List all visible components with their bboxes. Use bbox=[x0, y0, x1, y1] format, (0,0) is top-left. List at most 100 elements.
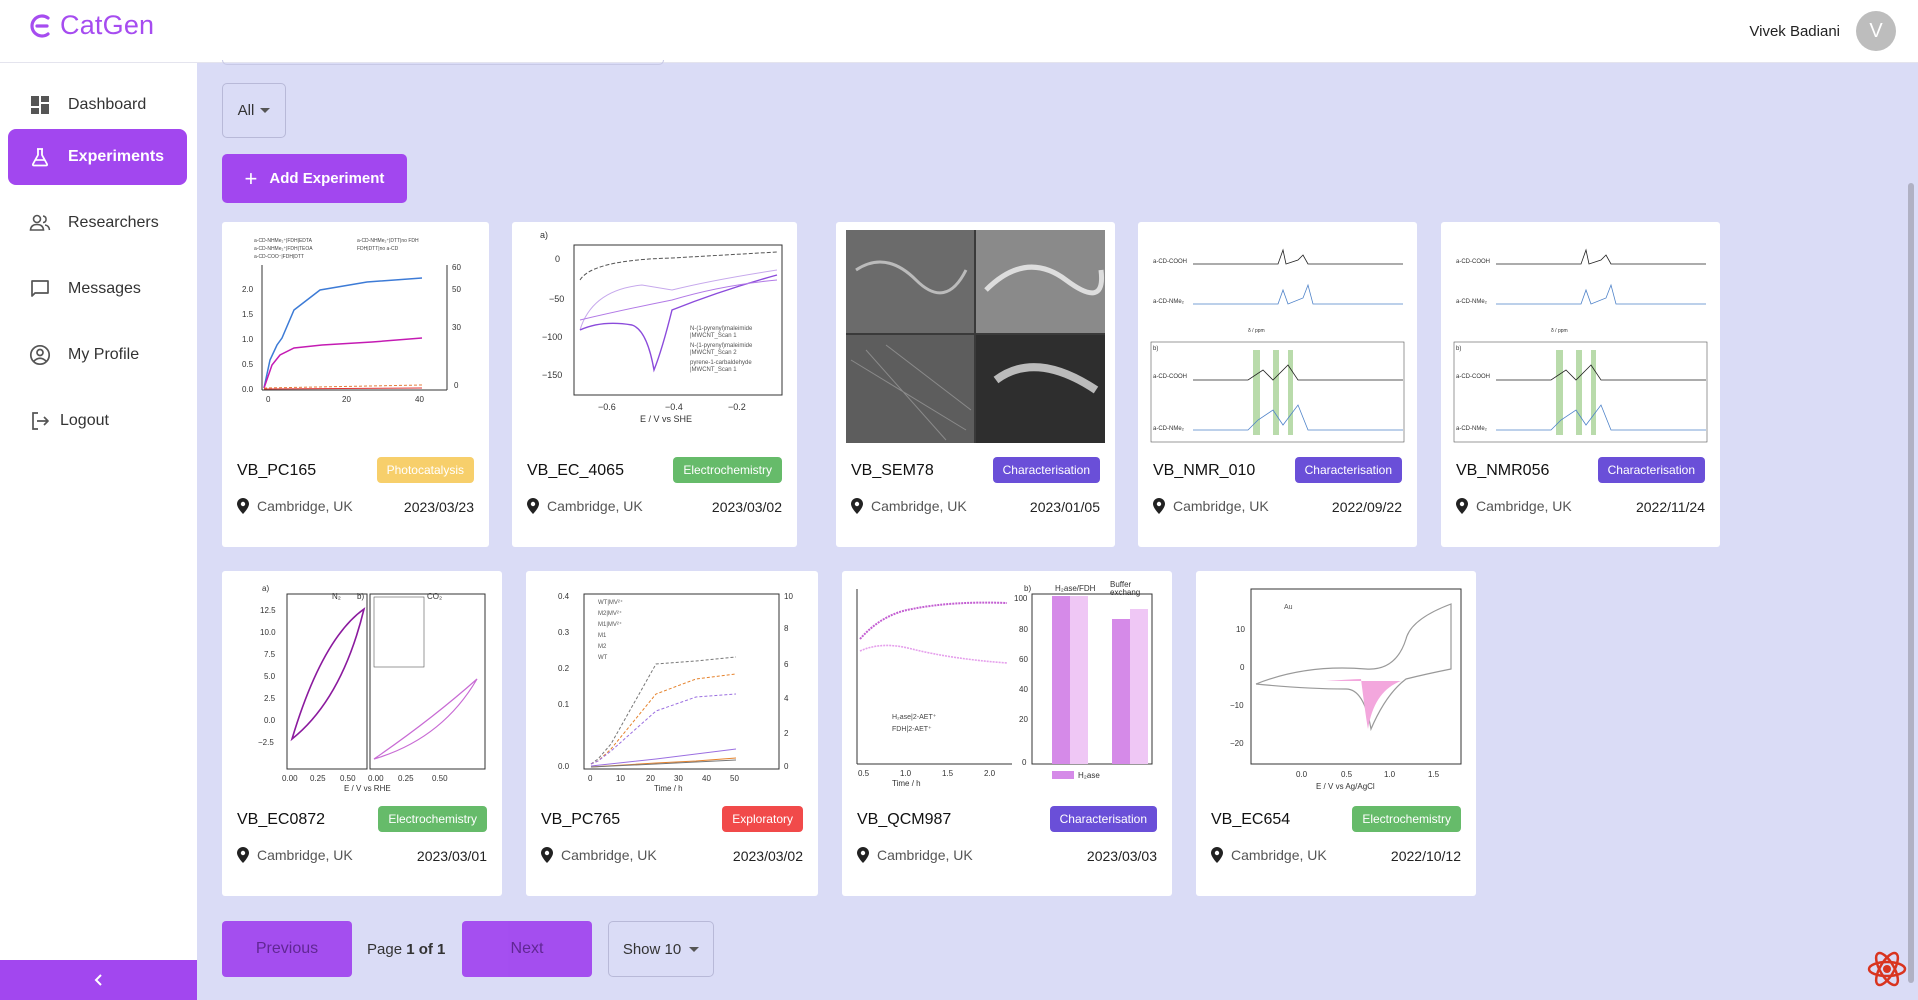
add-experiment-label: Add Experiment bbox=[269, 170, 385, 187]
svg-text:0.25: 0.25 bbox=[310, 774, 326, 783]
svg-text:−150: −150 bbox=[542, 370, 562, 380]
svg-text:Time / h: Time / h bbox=[654, 784, 683, 792]
page-current: 1 of 1 bbox=[406, 940, 446, 958]
experiment-date: 2023/03/23 bbox=[403, 499, 474, 515]
experiment-card[interactable]: 100 80 60 40 20 0 0.5 1.0 1.5 2.0 Time / h b) H₂ase/… bbox=[842, 571, 1172, 896]
location-pin-icon bbox=[1153, 498, 1165, 514]
svg-text:FDH|DTT|no a-CD: FDH|DTT|no a-CD bbox=[357, 246, 399, 252]
experiment-thumbnail: a-CD-COOH a-CD-NMe₂ a-CD-COOH a-CD-NMe₂ b) δ… bbox=[1148, 230, 1407, 443]
svg-text:−2.5: −2.5 bbox=[258, 738, 274, 747]
experiment-name: VB_SEM78 bbox=[851, 462, 934, 479]
svg-text:2.0: 2.0 bbox=[984, 769, 996, 778]
svg-text:WT: WT bbox=[598, 655, 608, 661]
svg-text:a-CD-NMe₂: a-CD-NMe₂ bbox=[1456, 426, 1488, 432]
next-page-button[interactable]: Next bbox=[462, 921, 592, 977]
page-size-select[interactable]: Show 10 bbox=[608, 921, 714, 977]
svg-text:6: 6 bbox=[784, 660, 789, 669]
experiment-thumbnail: 0.4 0.3 0.2 0.1 0.0 10 8 6 4 2 0 0 10 20 30 40 50 Time / … bbox=[536, 579, 808, 793]
previous-page-button[interactable]: Previous bbox=[222, 921, 352, 977]
svg-text:N-(1-pyrenyl)maleimide: N-(1-pyrenyl)maleimide bbox=[690, 326, 753, 332]
svg-text:60: 60 bbox=[452, 263, 461, 272]
experiment-card[interactable]: a-CD-COOH a-CD-NMe₂ a-CD-COOH a-CD-NMe₂ b) δ… bbox=[1138, 222, 1417, 547]
experiment-date: 2023/03/03 bbox=[1086, 848, 1157, 864]
experiment-thumbnail: 10 0 −10 −20 0.0 0.5 1.0 1.5 E / V vs Ag/AgCl Au bbox=[1206, 579, 1466, 792]
sidebar-item-researchers[interactable]: Researchers bbox=[8, 195, 187, 251]
category-badge: Photocatalysis bbox=[376, 457, 474, 483]
svg-text:40: 40 bbox=[415, 395, 424, 404]
chevron-left-icon bbox=[94, 974, 102, 986]
svg-text:a-CD-COO⁻|FDH|DTT: a-CD-COO⁻|FDH|DTT bbox=[254, 254, 304, 260]
svg-text:CO₂: CO₂ bbox=[427, 592, 442, 601]
experiment-card[interactable]: 12.5 10.0 7.5 5.0 2.5 0.0 −2.5 0.00 0.25 0.50 0.00… bbox=[222, 571, 502, 896]
avatar[interactable]: V bbox=[1856, 11, 1896, 51]
location-pin-icon bbox=[527, 498, 539, 514]
main-scrollbar[interactable] bbox=[1908, 183, 1914, 983]
svg-text:40: 40 bbox=[702, 774, 711, 783]
experiment-card[interactable]: 0 −50 −100 −150 −0.6 −0.4 −0.2 E / V vs SHE a) N… bbox=[512, 222, 797, 547]
sidebar-item-label: Messages bbox=[68, 280, 141, 297]
search-input[interactable] bbox=[222, 60, 664, 65]
svg-text:a-CD-COOH: a-CD-COOH bbox=[1456, 259, 1490, 265]
svg-text:a-CD-COOH: a-CD-COOH bbox=[1456, 374, 1490, 380]
svg-text:a-CD-COOH: a-CD-COOH bbox=[1153, 374, 1187, 380]
caret-down-icon bbox=[689, 946, 700, 952]
svg-text:0: 0 bbox=[1240, 663, 1245, 672]
svg-text:12.5: 12.5 bbox=[260, 606, 276, 615]
add-experiment-button[interactable]: + Add Experiment bbox=[222, 154, 407, 203]
svg-text:0.2: 0.2 bbox=[558, 664, 570, 673]
experiment-card[interactable]: 10 0 −10 −20 0.0 0.5 1.0 1.5 E / V vs Ag/AgCl Au… bbox=[1196, 571, 1476, 896]
svg-text:Time / h: Time / h bbox=[892, 779, 921, 788]
experiment-card[interactable]: VB_SEM78 Characterisation Cambridge, UK … bbox=[836, 222, 1115, 547]
experiment-name: VB_EC0872 bbox=[237, 811, 326, 828]
svg-text:a-CD-NHMe₂⁺|DTT|no FDH: a-CD-NHMe₂⁺|DTT|no FDH bbox=[357, 238, 419, 244]
location-text: Cambridge, UK bbox=[547, 498, 643, 514]
sidebar-item-my-profile[interactable]: My Profile bbox=[8, 327, 187, 383]
category-badge: Characterisation bbox=[1294, 457, 1402, 483]
svg-text:20: 20 bbox=[646, 774, 655, 783]
svg-text:H₂ase/FDH: H₂ase/FDH bbox=[1055, 584, 1096, 593]
svg-text:M2: M2 bbox=[598, 644, 607, 650]
plus-icon: + bbox=[244, 165, 258, 191]
location: Cambridge, UK bbox=[851, 498, 967, 514]
svg-text:a): a) bbox=[540, 230, 548, 240]
location: Cambridge, UK bbox=[237, 847, 353, 863]
location-text: Cambridge, UK bbox=[1231, 847, 1327, 863]
experiment-card[interactable]: a-CD-COOH a-CD-NMe₂ a-CD-COOH a-CD-NMe₂ b) δ… bbox=[1441, 222, 1720, 547]
sidebar-item-messages[interactable]: Messages bbox=[8, 261, 187, 317]
svg-text:100: 100 bbox=[1014, 594, 1028, 603]
user-menu[interactable]: Vivek Badiani V bbox=[1749, 11, 1896, 51]
svg-text:b): b) bbox=[1024, 584, 1031, 593]
category-filter-select[interactable]: All bbox=[222, 83, 286, 138]
page-prefix: Page bbox=[367, 940, 403, 958]
svg-text:0.5: 0.5 bbox=[242, 360, 254, 369]
sidebar-item-logout[interactable]: Logout bbox=[8, 393, 187, 449]
location-text: Cambridge, UK bbox=[1476, 498, 1572, 514]
experiment-card[interactable]: 0.4 0.3 0.2 0.1 0.0 10 8 6 4 2 0 0 10 20 30 40 50 Time / … bbox=[526, 571, 818, 896]
experiment-name: VB_PC765 bbox=[541, 811, 621, 828]
svg-text:80: 80 bbox=[1019, 625, 1028, 634]
svg-text:0.00: 0.00 bbox=[282, 774, 298, 783]
experiment-thumbnail: 100 80 60 40 20 0 0.5 1.0 1.5 2.0 Time / h b) H₂ase/… bbox=[852, 579, 1162, 792]
svg-text:−0.2: −0.2 bbox=[728, 402, 746, 412]
category-badge: Characterisation bbox=[1597, 457, 1705, 483]
svg-text:−100: −100 bbox=[542, 332, 562, 342]
location-pin-icon bbox=[237, 498, 249, 514]
sidebar-collapse-button[interactable] bbox=[0, 960, 197, 1000]
svg-text:a-CD-NHMe₂⁺|FDH|EDTA: a-CD-NHMe₂⁺|FDH|EDTA bbox=[254, 238, 313, 244]
experiment-date: 2022/11/24 bbox=[1635, 499, 1705, 515]
sidebar-item-dashboard[interactable]: Dashboard bbox=[8, 77, 187, 133]
sidebar-item-label: Experiments bbox=[68, 148, 165, 165]
category-badge: Characterisation bbox=[1049, 806, 1157, 832]
svg-text:H₂ase: H₂ase bbox=[1078, 771, 1100, 780]
sidebar-item-experiments[interactable]: Experiments bbox=[8, 129, 187, 185]
svg-text:0: 0 bbox=[784, 762, 789, 771]
app-logo[interactable]: CatGen bbox=[28, 10, 154, 41]
react-devtools-icon[interactable] bbox=[1866, 950, 1908, 988]
experiment-thumbnail: 2.0 1.5 1.0 0.5 0.0 60 50 30 0 0 20 40 a-CD-NHMe₂⁺|… bbox=[232, 230, 479, 443]
svg-text:40: 40 bbox=[1019, 685, 1028, 694]
svg-text:Au: Au bbox=[1284, 604, 1293, 611]
svg-text:0.1: 0.1 bbox=[558, 700, 570, 709]
location: Cambridge, UK bbox=[541, 847, 657, 863]
experiment-card[interactable]: 2.0 1.5 1.0 0.5 0.0 60 50 30 0 0 20 40 a-CD-NHMe₂⁺|… bbox=[222, 222, 489, 547]
svg-text:M1|MV²⁺: M1|MV²⁺ bbox=[598, 621, 622, 628]
